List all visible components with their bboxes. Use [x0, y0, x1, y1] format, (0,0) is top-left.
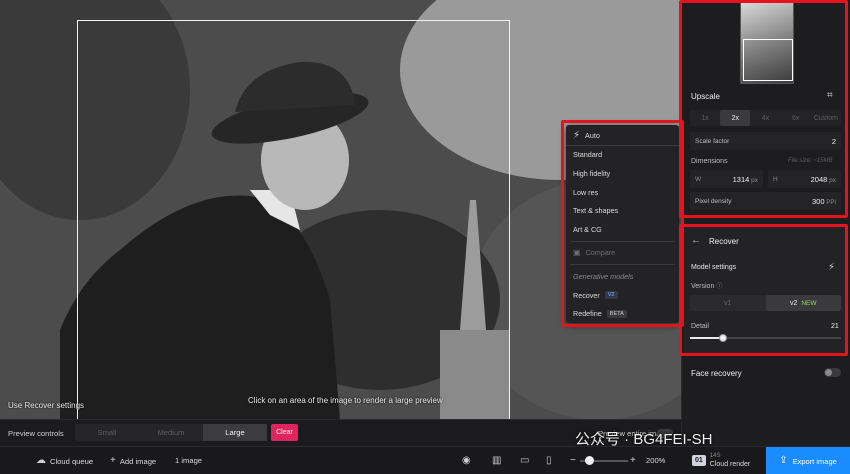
watermark: 公众号 · BG4FEI-SH	[575, 431, 713, 448]
cloud-render-label: Cloud render	[709, 460, 751, 468]
zoom-level[interactable]: 200%	[646, 456, 665, 465]
highlight-box-menu	[561, 120, 684, 327]
plus-icon: +	[110, 455, 116, 466]
split-view-icon[interactable]: ▥	[492, 456, 501, 466]
eye-icon[interactable]: ◉	[462, 456, 471, 466]
preview-size-medium[interactable]: Medium	[139, 424, 203, 441]
cloud-icon: ☁︎	[36, 455, 46, 466]
export-label: Export image	[792, 456, 837, 466]
cloud-queue-button[interactable]: ☁︎ Cloud queue	[36, 456, 93, 466]
use-recover-settings-link[interactable]: Use Recover settings	[8, 401, 84, 410]
compare-view-icon[interactable]: ▯	[546, 456, 552, 466]
add-image-label: Add image	[119, 456, 157, 466]
zoom-out-icon[interactable]: −	[570, 456, 576, 466]
add-image-button[interactable]: + Add image	[110, 456, 156, 466]
face-recovery-label: Face recovery	[691, 369, 742, 378]
preview-controls-label: Preview controls	[8, 429, 64, 438]
crop-frame[interactable]	[77, 20, 510, 419]
clear-button[interactable]: Clear	[271, 424, 298, 441]
cloud-render-status[interactable]: 01 14S Cloud render	[692, 452, 750, 469]
export-icon: ⇪	[779, 455, 788, 466]
cloud-render-text: 14S Cloud render	[710, 452, 750, 469]
status-bar: ☁︎ Cloud queue + Add image 1 image ◉ ▥ ▭…	[0, 446, 850, 474]
zoom-slider-handle[interactable]	[585, 456, 594, 465]
highlight-box-upscale	[679, 0, 848, 218]
cloud-queue-label: Cloud queue	[50, 456, 94, 466]
export-image-button[interactable]: ⇪ Export image	[766, 447, 850, 474]
cloud-render-sub: 14S	[709, 453, 721, 459]
preview-size-small[interactable]: Small	[75, 424, 139, 441]
preview-size-large[interactable]: Large	[203, 424, 267, 441]
zoom-in-icon[interactable]: +	[630, 456, 636, 466]
side-by-side-icon[interactable]: ▭	[520, 456, 529, 466]
image-count: 1 image	[175, 456, 203, 465]
face-recovery-toggle[interactable]	[824, 368, 841, 377]
canvas-hint: Click on an area of the image to render …	[248, 396, 443, 405]
preview-size-selector: Small Medium Large	[75, 424, 267, 441]
highlight-box-recover	[679, 224, 848, 356]
app-window: Click on an area of the image to render …	[0, 0, 850, 474]
cloud-render-count: 01	[692, 455, 706, 466]
